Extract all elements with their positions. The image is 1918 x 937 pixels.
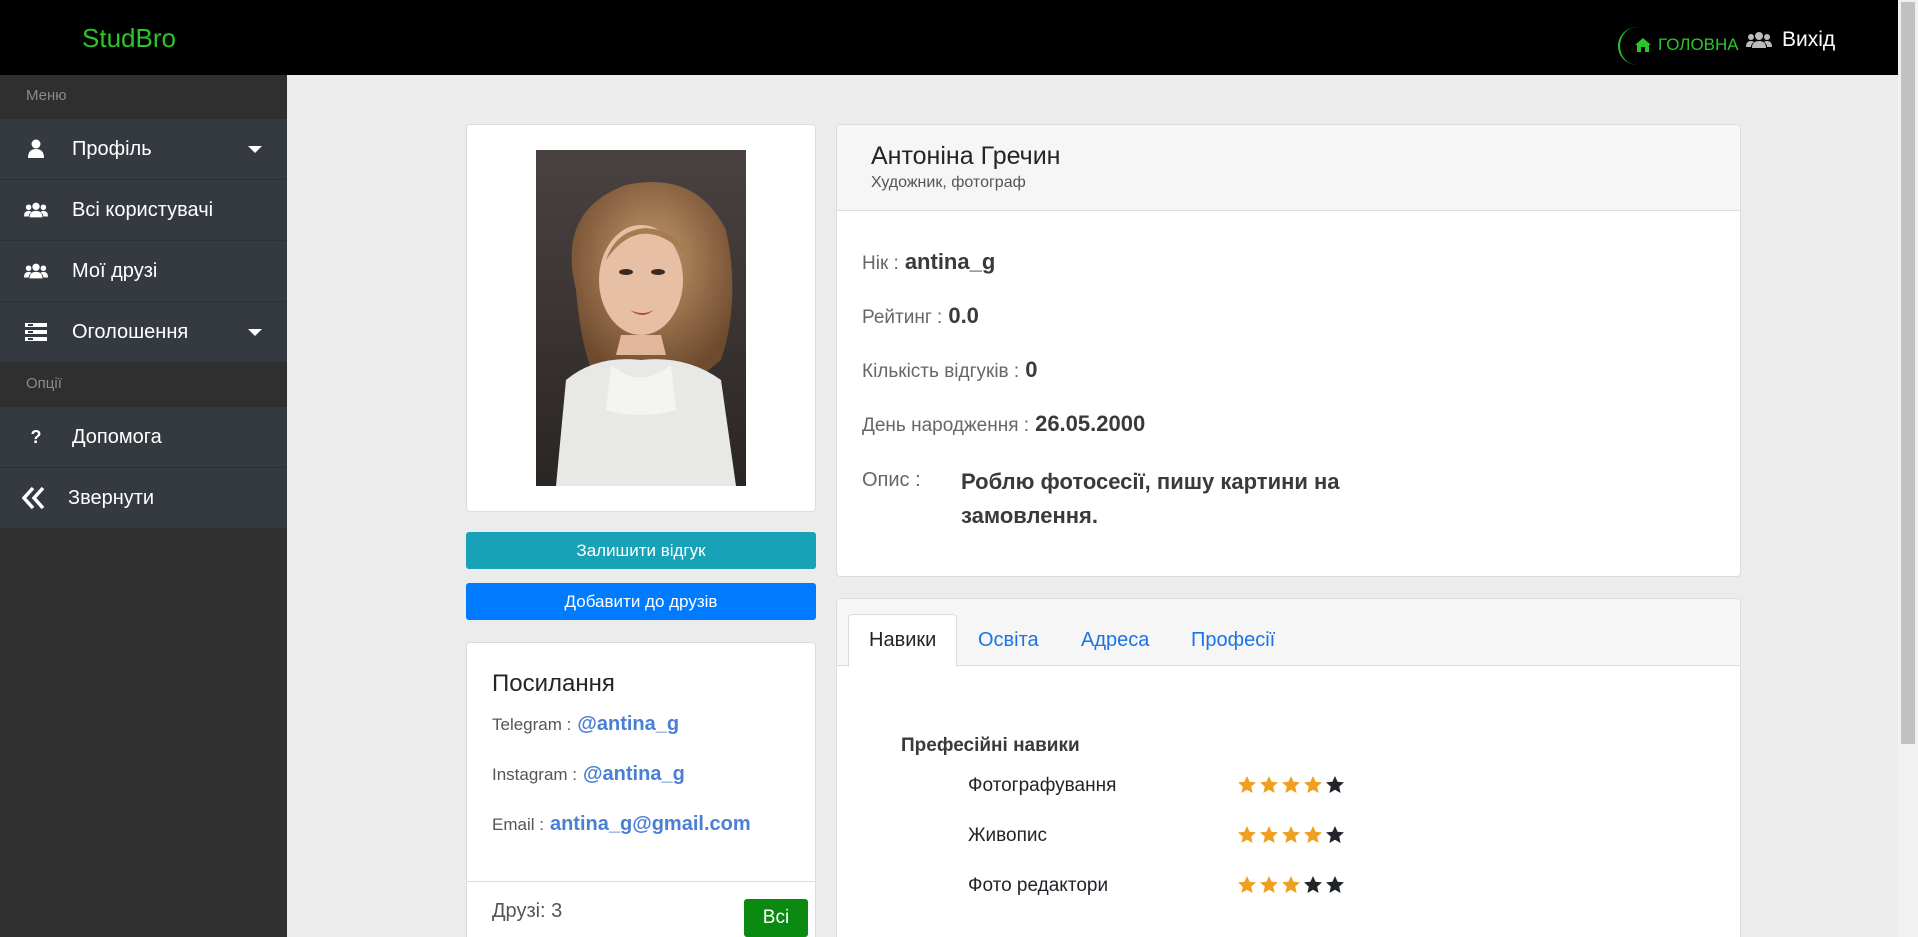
email-link[interactable]: antina_g@gmail.com (550, 813, 751, 836)
star-filled-icon (1260, 776, 1278, 793)
star-empty-icon (1304, 876, 1322, 893)
list-icon (0, 323, 72, 341)
star-filled-icon (1282, 826, 1300, 843)
home-link-arc (1618, 27, 1640, 65)
reviews-value: 0 (1025, 357, 1038, 382)
rating-value: 0.0 (948, 303, 979, 328)
sidebar-item-all-users[interactable]: Всі користувачі (0, 180, 287, 241)
instagram-link[interactable]: @antina_g (583, 763, 685, 786)
sidebar-item-label: Всі користувачі (72, 198, 214, 221)
scrollbar-thumb[interactable] (1901, 2, 1915, 744)
links-divider (467, 881, 815, 882)
double-chevron-left-icon (0, 486, 68, 510)
reviews-label: Кількість відгуків : (862, 361, 1020, 382)
description-value: Роблю фотосесії, пишу картини на замовле… (961, 469, 1340, 528)
email-row: Email : antina_g@gmail.com (492, 813, 751, 836)
logout-label: Вихід (1782, 28, 1836, 51)
star-filled-icon (1282, 776, 1300, 793)
sidebar-item-profile[interactable]: Профіль (0, 119, 287, 180)
users-icon (0, 201, 72, 219)
description-label: Опис : (862, 469, 921, 491)
star-filled-icon (1260, 826, 1278, 843)
sidebar-item-collapse[interactable]: Звернути (0, 468, 287, 529)
sidebar-heading-menu: Меню (0, 75, 287, 119)
instagram-row: Instagram : @antina_g (492, 763, 685, 786)
users-icon (1746, 32, 1772, 48)
tab-education[interactable]: Освіта (978, 614, 1039, 667)
email-label: Email : (492, 815, 544, 834)
question-icon: ? (30, 426, 42, 447)
star-filled-icon (1304, 776, 1322, 793)
rating-label: Рейтинг : (862, 307, 943, 328)
logout-link[interactable]: Вихід (1746, 28, 1835, 52)
skill-rating (1238, 876, 1344, 893)
sidebar-item-label: Мої друзі (72, 259, 158, 282)
telegram-link[interactable]: @antina_g (577, 713, 679, 736)
links-title: Посилання (492, 670, 615, 697)
star-filled-icon (1238, 876, 1256, 893)
profile-photo (536, 150, 746, 486)
profile-photo-card (466, 124, 816, 512)
sidebar-heading-options: Опції (0, 363, 287, 407)
reviews-row: Кількість відгуків : 0 (862, 357, 1037, 383)
star-filled-icon (1238, 776, 1256, 793)
brand-logo[interactable]: StudBro (82, 23, 176, 54)
tab-professions[interactable]: Професії (1191, 614, 1275, 667)
birthday-label: День народження : (862, 415, 1030, 436)
user-icon (0, 139, 72, 159)
profile-header: Антоніна Гречин Художник, фотограф (837, 125, 1740, 211)
tabs-bar: Навики Освіта Адреса Професії (837, 599, 1740, 667)
profile-subtitle: Художник, фотограф (871, 174, 1026, 191)
profile-info-card: Антоніна Гречин Художник, фотограф Нік :… (836, 124, 1741, 577)
tab-skills[interactable]: Навики (848, 614, 958, 667)
skills-title: Префесійні навики (901, 735, 1080, 756)
instagram-label: Instagram : (492, 765, 578, 784)
skill-row: Живопис (968, 825, 1048, 846)
skill-rating (1238, 826, 1344, 843)
all-friends-button[interactable]: Всі (744, 899, 808, 937)
links-card: Посилання Telegram : @antina_g Instagram… (466, 642, 816, 937)
home-link[interactable]: ГОЛОВНА (1618, 27, 1739, 65)
users-icon (0, 262, 72, 280)
add-friend-button[interactable]: Добавити до друзів (466, 583, 816, 620)
profile-name: Антоніна Гречин (871, 142, 1061, 170)
skills-card: Навики Освіта Адреса Професії Префесійні… (836, 598, 1741, 937)
sidebar-item-my-friends[interactable]: Мої друзі (0, 241, 287, 302)
skill-row: Фотографування (968, 775, 1117, 796)
top-navbar: StudBro ГОЛОВНА Вихід (0, 0, 1898, 75)
nick-row: Нік : antina_g (862, 249, 995, 275)
sidebar-item-announcements[interactable]: Оголошення (0, 302, 287, 363)
page-scrollbar[interactable] (1898, 0, 1918, 937)
leave-review-button[interactable]: Залишити відгук (466, 532, 816, 569)
tab-address[interactable]: Адреса (1081, 614, 1149, 667)
nick-value: antina_g (904, 249, 996, 274)
star-filled-icon (1282, 876, 1300, 893)
star-empty-icon (1326, 876, 1344, 893)
skill-rating (1238, 776, 1344, 793)
rating-row: Рейтинг : 0.0 (862, 303, 979, 329)
sidebar-item-label: Допомога (72, 425, 162, 448)
friends-count: Друзі: 3 (492, 900, 563, 922)
sidebar-item-label: Звернути (68, 486, 155, 509)
caret-down-icon (248, 329, 262, 336)
caret-down-icon (248, 146, 262, 153)
birthday-value: 26.05.2000 (1035, 411, 1146, 436)
telegram-row: Telegram : @antina_g (492, 713, 679, 736)
star-empty-icon (1326, 826, 1344, 843)
home-link-label: ГОЛОВНА (1658, 35, 1739, 54)
sidebar: Меню Профіль Всі користувачі Мої друзі О… (0, 75, 287, 937)
birthday-row: День народження : 26.05.2000 (862, 411, 1145, 437)
telegram-label: Telegram : (492, 715, 572, 734)
sidebar-item-help[interactable]: ? Допомога (0, 407, 287, 468)
nick-label: Нік : (862, 253, 899, 274)
sidebar-item-label: Оголошення (72, 320, 189, 343)
sidebar-item-label: Профіль (72, 137, 152, 160)
star-filled-icon (1304, 826, 1322, 843)
star-empty-icon (1326, 776, 1344, 793)
star-filled-icon (1260, 876, 1278, 893)
star-filled-icon (1238, 826, 1256, 843)
skill-row: Фото редактори (968, 875, 1109, 896)
